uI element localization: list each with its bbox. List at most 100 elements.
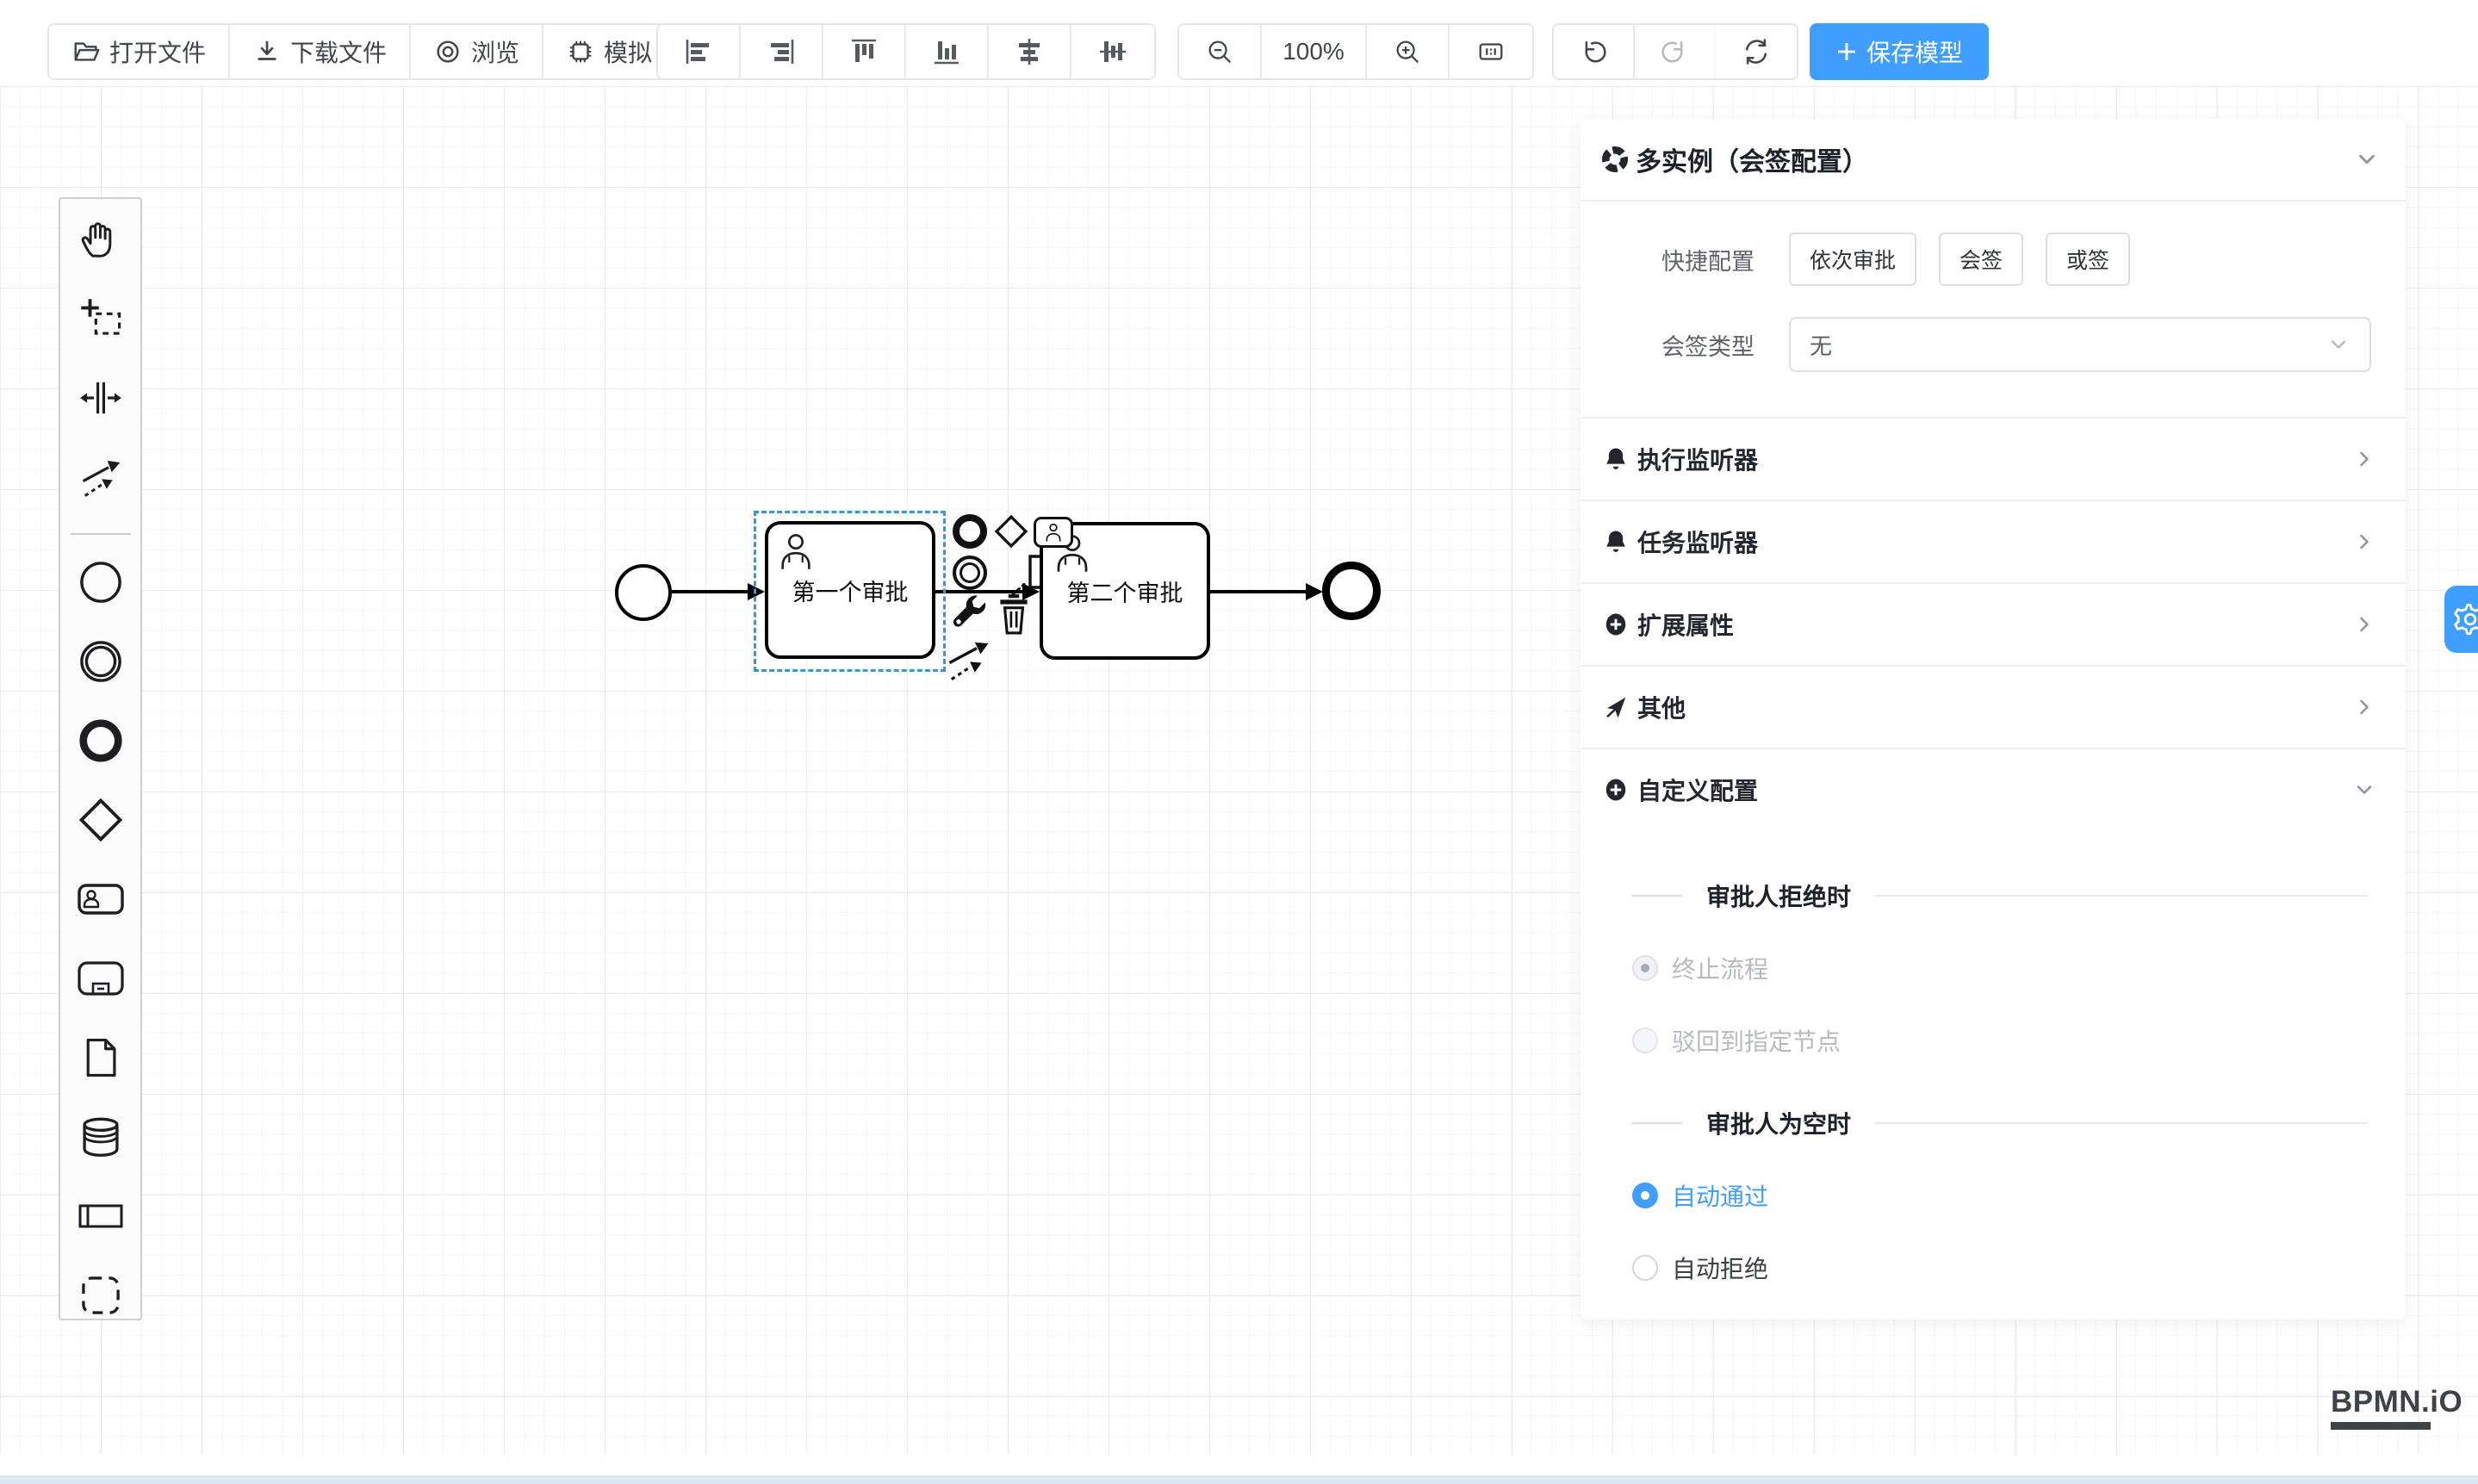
align-right-button[interactable]	[741, 25, 823, 78]
section-extension-properties[interactable]: 扩展属性	[1581, 582, 2406, 665]
download-file-button[interactable]: 下载文件	[230, 25, 411, 78]
create-end-event[interactable]	[76, 716, 126, 766]
create-gateway[interactable]	[76, 795, 126, 845]
radio-label: 自动拒绝	[1672, 1251, 1768, 1285]
section-task-listener[interactable]: 任务监听器	[1581, 500, 2406, 582]
create-data-store[interactable]	[76, 1112, 126, 1162]
section-other[interactable]: 其他	[1581, 665, 2406, 748]
panel-toggle-button[interactable]	[2444, 586, 2478, 653]
bell-icon	[1603, 529, 1629, 555]
radio-checked[interactable]	[1632, 1183, 1658, 1208]
end-event-node[interactable]	[1322, 562, 1381, 620]
hand-tool[interactable]	[76, 214, 126, 264]
align-center-vertical-button[interactable]	[1071, 25, 1154, 78]
sequence-flow-arrowhead	[748, 583, 765, 600]
chevron-down-icon[interactable]	[2354, 146, 2380, 172]
section-label: 其他	[1637, 690, 2352, 724]
append-text-annotation-icon[interactable]	[1009, 548, 1054, 596]
quick-config-countersign-button[interactable]: 会签	[1939, 233, 2023, 286]
zoom-reset-button[interactable]	[1450, 25, 1532, 78]
align-top-button[interactable]	[823, 25, 906, 78]
refresh-button[interactable]	[1716, 25, 1797, 78]
section-custom-config[interactable]: 自定义配置	[1581, 748, 2406, 830]
radio-return-to-node: 驳回到指定节点	[1581, 1023, 2406, 1058]
chevron-down-icon	[2352, 778, 2376, 802]
radio-unchecked[interactable]	[1632, 1255, 1658, 1281]
create-intermediate-event[interactable]	[76, 636, 126, 686]
append-user-task-icon[interactable]	[1034, 517, 1073, 548]
redo-button[interactable]	[1635, 25, 1716, 78]
create-start-event[interactable]	[76, 557, 126, 607]
delete-trash-icon[interactable]	[996, 593, 1032, 636]
redo-icon	[1659, 36, 1690, 67]
radio-auto-reject[interactable]: 自动拒绝	[1581, 1251, 2406, 1285]
open-file-button[interactable]: 打开文件	[49, 25, 230, 78]
connect-tool-icon[interactable]	[946, 636, 992, 682]
create-data-object[interactable]	[76, 1033, 126, 1083]
gateway-icon	[77, 796, 125, 844]
group-icon	[78, 1273, 123, 1318]
bpmn-io-watermark[interactable]: BPMN.iO	[2331, 1385, 2462, 1430]
append-intermediate-event-icon[interactable]	[953, 556, 987, 590]
preview-button[interactable]: 浏览	[411, 25, 543, 78]
bpmn-palette	[59, 197, 142, 1320]
file-button-group: 打开文件 下载文件 浏览 模拟	[47, 23, 676, 80]
end-event-icon	[78, 717, 124, 764]
lasso-tool[interactable]	[76, 294, 126, 344]
create-participant[interactable]	[76, 1191, 126, 1241]
change-type-wrench-icon[interactable]	[949, 594, 989, 634]
user-task-node-1[interactable]: 第一个审批	[765, 521, 935, 659]
zoom-level-display[interactable]: 100%	[1262, 25, 1367, 78]
participant-icon	[77, 1192, 125, 1240]
section-execution-listener[interactable]: 执行监听器	[1581, 417, 2406, 500]
sequence-flow[interactable]	[672, 590, 749, 593]
undo-button[interactable]	[1554, 25, 1635, 78]
canvas-bottom-band	[0, 1455, 2478, 1475]
radio-terminate-process: 终止流程	[1581, 951, 2406, 985]
sequence-flow[interactable]	[1210, 590, 1307, 593]
send-icon	[1603, 694, 1629, 720]
append-gateway-icon[interactable]	[991, 511, 1032, 552]
quick-config-orsign-button[interactable]: 或签	[2046, 233, 2130, 286]
align-left-button[interactable]	[658, 25, 741, 78]
horizontal-scrollbar[interactable]	[0, 1475, 2478, 1484]
append-end-event-icon[interactable]	[953, 514, 987, 549]
sequence-flow-arrowhead	[1306, 583, 1323, 600]
lasso-tool-icon	[79, 297, 122, 340]
space-tool[interactable]	[76, 373, 126, 423]
quick-config-row: 快捷配置 依次审批 会签 或签	[1581, 233, 2406, 286]
sign-type-select[interactable]: 无	[1789, 317, 2371, 372]
radio-auto-pass[interactable]: 自动通过	[1581, 1178, 2406, 1213]
align-center-vertical-icon	[1097, 36, 1128, 67]
plus-icon	[1835, 40, 1858, 63]
simulate-label: 模拟	[604, 34, 652, 69]
align-bottom-button[interactable]	[906, 25, 989, 78]
align-button-group	[656, 23, 1156, 80]
create-subprocess[interactable]	[76, 953, 126, 1003]
sign-type-row: 会签类型 无	[1581, 317, 2406, 372]
gear-icon	[2453, 602, 2478, 636]
preview-label: 浏览	[471, 34, 519, 69]
simulate-button[interactable]: 模拟	[543, 25, 674, 78]
create-user-task[interactable]	[76, 874, 126, 924]
zoom-in-button[interactable]	[1367, 25, 1450, 78]
quick-config-sequential-button[interactable]: 依次审批	[1789, 233, 1916, 286]
download-file-label: 下载文件	[290, 34, 387, 69]
save-model-button[interactable]: 保存模型	[1810, 23, 1989, 80]
user-icon	[1044, 522, 1063, 543]
start-event-node[interactable]	[615, 564, 672, 621]
preview-eye-icon	[433, 37, 463, 66]
panel-header[interactable]: 多实例（会签配置）	[1581, 119, 2406, 202]
plus-circle-icon	[1603, 777, 1629, 803]
chevron-right-icon	[2352, 530, 2376, 554]
global-connect-icon	[79, 456, 122, 499]
zoom-button-group: 100%	[1177, 23, 1534, 80]
zoom-out-button[interactable]	[1179, 25, 1262, 78]
global-connect-tool[interactable]	[76, 452, 126, 502]
data-store-icon	[78, 1115, 123, 1159]
align-center-horizontal-button[interactable]	[989, 25, 1071, 78]
sign-type-value: 无	[1810, 329, 2326, 361]
radio-unchecked-disabled	[1632, 1028, 1658, 1053]
create-group[interactable]	[76, 1270, 126, 1320]
chevron-right-icon	[2352, 695, 2376, 719]
